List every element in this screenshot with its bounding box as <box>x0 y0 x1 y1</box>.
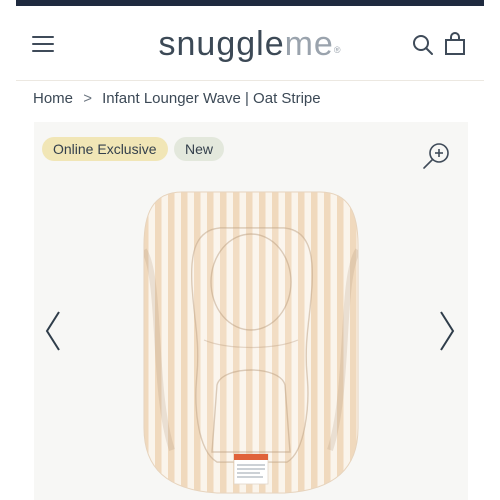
logo-text-accent: me <box>284 25 334 63</box>
chevron-left-icon[interactable] <box>44 310 62 352</box>
online-exclusive-badge: Online Exclusive <box>42 137 168 161</box>
chevron-right-icon[interactable] <box>438 310 456 352</box>
zoom-in-icon[interactable] <box>422 142 450 170</box>
breadcrumb-current: Infant Lounger Wave | Oat Stripe <box>102 90 321 107</box>
logo-text-main: snuggle <box>158 25 285 63</box>
product-gallery: Online Exclusive New <box>34 122 468 500</box>
new-badge: New <box>174 137 225 161</box>
breadcrumb-separator: > <box>83 90 92 107</box>
breadcrumb-home-link[interactable]: Home <box>33 90 73 107</box>
page: snuggleme® Home > Infant Lounger Wave | … <box>16 0 484 500</box>
product-image-infant-lounger[interactable] <box>142 190 360 500</box>
shopping-bag-icon[interactable] <box>444 32 466 56</box>
logo-registered-mark: ® <box>333 45 342 55</box>
breadcrumb: Home > Infant Lounger Wave | Oat Stripe <box>33 90 321 107</box>
search-icon[interactable] <box>412 34 434 56</box>
site-header: snuggleme® <box>16 6 484 81</box>
